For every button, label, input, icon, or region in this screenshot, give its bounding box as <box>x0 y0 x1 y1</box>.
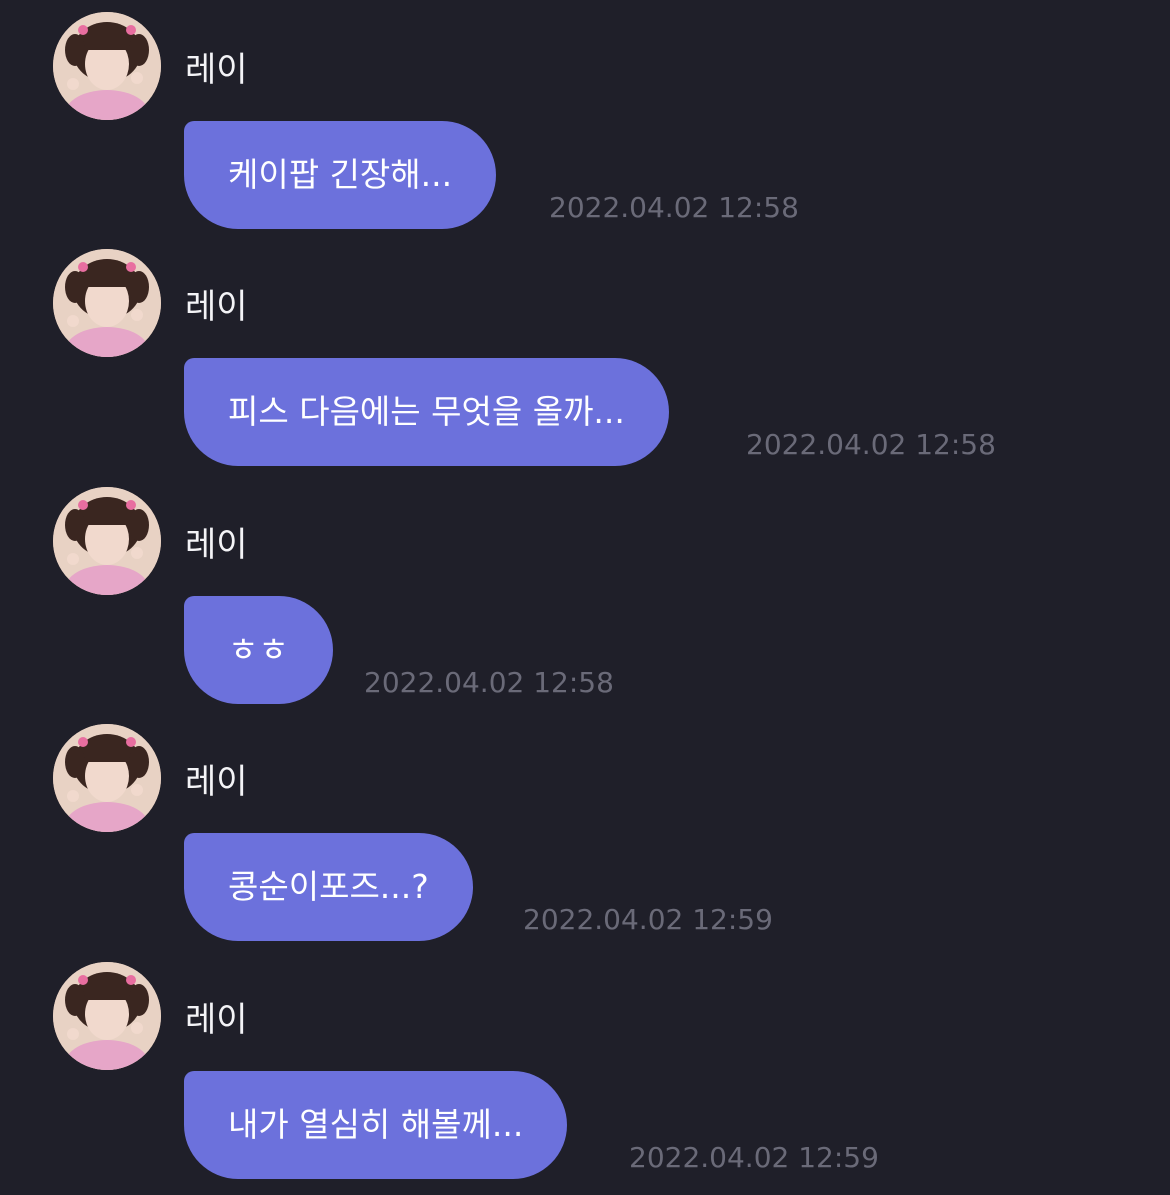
sender-name: 레이 <box>185 762 248 802</box>
message-timestamp: 2022.04.02 12:58 <box>549 191 799 224</box>
sender-avatar[interactable] <box>53 487 161 595</box>
message-bubble[interactable]: 내가 열심히 해볼께... <box>184 1071 568 1179</box>
message-group: 레이 내가 열심히 해볼께... 2022.04.02 12:59 <box>0 950 1170 1179</box>
message-timestamp: 2022.04.02 12:59 <box>523 903 773 936</box>
message-timestamp: 2022.04.02 12:59 <box>629 1141 879 1174</box>
sender-avatar[interactable] <box>53 724 161 832</box>
avatar-photo-icon <box>53 724 161 832</box>
message-bubble[interactable]: 콩순이포즈...? <box>184 833 473 941</box>
sender-name: 레이 <box>185 50 248 90</box>
avatar-photo-icon <box>53 487 161 595</box>
sender-avatar[interactable] <box>53 249 161 357</box>
sender-name: 레이 <box>185 1000 248 1040</box>
sender-avatar[interactable] <box>53 962 161 1070</box>
sender-name: 레이 <box>185 287 248 327</box>
message-bubble[interactable]: ㅎㅎ <box>184 596 333 704</box>
message-group: 레이 콩순이포즈...? 2022.04.02 12:59 <box>0 712 1170 941</box>
avatar-photo-icon <box>53 962 161 1070</box>
avatar-photo-icon <box>53 249 161 357</box>
avatar-photo-icon <box>53 12 161 120</box>
message-group: 레이 케이팝 긴장해... 2022.04.02 12:58 <box>0 0 1170 229</box>
message-bubble[interactable]: 피스 다음에는 무엇을 올까... <box>184 358 669 466</box>
message-timestamp: 2022.04.02 12:58 <box>364 666 614 699</box>
message-bubble[interactable]: 케이팝 긴장해... <box>184 121 497 229</box>
sender-name: 레이 <box>185 525 248 565</box>
sender-avatar[interactable] <box>53 12 161 120</box>
message-group: 레이 ㅎㅎ 2022.04.02 12:58 <box>0 475 1170 704</box>
message-group: 레이 피스 다음에는 무엇을 올까... 2022.04.02 12:58 <box>0 237 1170 466</box>
message-timestamp: 2022.04.02 12:58 <box>746 428 996 461</box>
chat-thread[interactable]: 레이 케이팝 긴장해... 2022.04.02 12:58 레이 피스 다음에… <box>0 0 1170 1195</box>
